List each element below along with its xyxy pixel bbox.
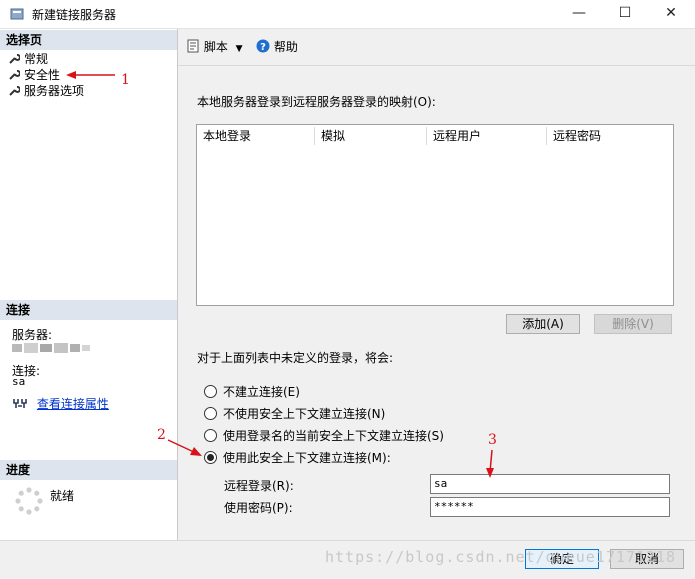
- annotation-1: 1: [121, 72, 130, 88]
- annotation-3: 3: [488, 432, 497, 448]
- annotation-arrows: [66, 71, 494, 478]
- annotation-2: 2: [157, 427, 166, 443]
